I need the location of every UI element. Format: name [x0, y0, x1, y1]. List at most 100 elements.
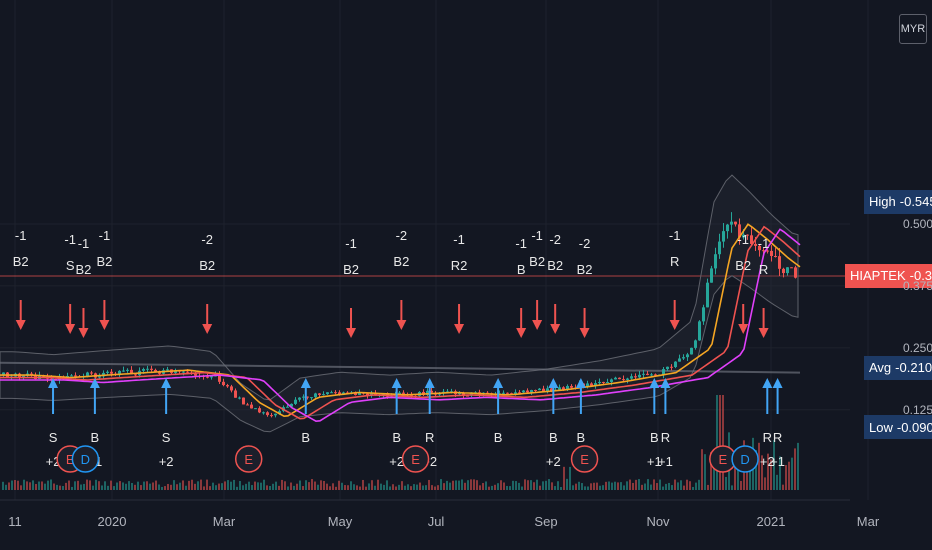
candle-body: [302, 396, 305, 398]
volume-bar: [776, 474, 778, 490]
volume-bar: [785, 465, 787, 490]
candle-body: [690, 347, 693, 355]
candle-body: [530, 390, 533, 393]
volume-bar: [173, 480, 175, 490]
volume-bar: [548, 479, 550, 490]
signal-tag: R: [763, 430, 772, 445]
volume-bar: [569, 466, 571, 490]
candle-body: [630, 376, 633, 379]
volume-bar: [119, 481, 121, 490]
candle-body: [650, 374, 653, 376]
avg-tag: Avg - 0.210: [864, 355, 932, 380]
x-tick-label: May: [327, 514, 353, 529]
volume-bar: [137, 481, 139, 490]
volume-bar: [683, 485, 685, 490]
volume-bar: [554, 486, 556, 490]
candle-body: [698, 321, 701, 341]
volume-bar: [89, 480, 91, 490]
volume-bar: [557, 481, 559, 490]
volume-bar: [32, 480, 34, 490]
volume-bar: [731, 485, 733, 490]
volume-bar: [29, 482, 31, 490]
volume-bar: [707, 484, 709, 490]
candle-body: [210, 376, 213, 378]
candle-body: [246, 404, 249, 406]
sell-arrow-head: [346, 328, 357, 338]
volume-bar: [647, 479, 649, 490]
volume-bar: [44, 483, 46, 490]
candle-body: [778, 256, 781, 269]
y-tick-label: 0.500: [903, 216, 932, 231]
volume-bar: [272, 483, 274, 490]
y-tick-label: 0.375: [903, 278, 932, 293]
volume-bar: [83, 483, 85, 490]
volume-bar: [227, 480, 229, 490]
volume-bar: [662, 486, 664, 490]
sell-arrow-head: [669, 320, 680, 330]
volume-bar: [314, 481, 316, 490]
candle-body: [322, 394, 325, 396]
signal-count: -2: [549, 232, 561, 247]
volume-bar: [245, 483, 247, 490]
volume-bar: [701, 449, 703, 490]
volume-bar: [326, 483, 328, 490]
x-tick-label: Jul: [427, 514, 445, 529]
volume-bar: [452, 480, 454, 490]
currency-button[interactable]: MYR: [899, 14, 927, 44]
event-letter: E: [244, 452, 253, 467]
candle-body: [718, 241, 721, 255]
signal-tag: B2: [13, 254, 29, 269]
signal-count: -2: [201, 232, 213, 247]
high-tag: High- 0.545: [864, 189, 932, 214]
volume-bar: [617, 482, 619, 490]
x-tick-label: Mar: [212, 514, 236, 529]
candle-body: [314, 393, 317, 398]
volume-bar: [509, 486, 511, 490]
volume-bar: [695, 482, 697, 490]
signal-tag: R2: [451, 258, 468, 273]
candle-body: [702, 307, 705, 322]
signal-tag: S: [49, 430, 58, 445]
candle-body: [146, 368, 149, 370]
volume-bar: [425, 485, 427, 490]
volume-bar: [428, 479, 430, 490]
volume-bar: [632, 482, 634, 490]
candle-body: [226, 385, 229, 387]
event-letter: E: [580, 452, 589, 467]
signal-tag: R: [759, 262, 768, 277]
signal-tag: B2: [76, 262, 92, 277]
volume-bar: [611, 482, 613, 490]
volume-bar: [605, 481, 607, 490]
candle-body: [538, 388, 541, 391]
high-value: 0.545: [904, 194, 932, 210]
volume-bar: [464, 482, 466, 490]
volume-bar: [524, 479, 526, 490]
x-tick-label: 2020: [97, 514, 127, 529]
volume-bar: [161, 486, 163, 490]
sell-arrow-head: [396, 320, 407, 330]
signal-tag: B2: [393, 254, 409, 269]
volume-bar: [692, 486, 694, 490]
candle-body: [570, 385, 573, 388]
volume-bar: [422, 485, 424, 490]
candle-body: [686, 354, 689, 358]
candle-body: [622, 379, 625, 381]
volume-bar: [299, 480, 301, 490]
volume-bar: [143, 481, 145, 490]
volume-bar: [344, 485, 346, 490]
volume-bar: [38, 481, 40, 490]
candle-body: [602, 381, 605, 383]
volume-bar: [482, 483, 484, 490]
volume-bar: [389, 486, 391, 490]
volume-bar: [461, 479, 463, 490]
signal-tag: B2: [547, 258, 563, 273]
volume-bar: [656, 483, 658, 490]
volume-bar: [677, 482, 679, 490]
volume-bar: [392, 484, 394, 490]
volume-bar: [506, 485, 508, 490]
candle-body: [142, 369, 145, 371]
candle-body: [666, 366, 669, 370]
candle-body: [318, 393, 321, 395]
volume-bar: [512, 480, 514, 490]
volume-bar: [674, 479, 676, 490]
